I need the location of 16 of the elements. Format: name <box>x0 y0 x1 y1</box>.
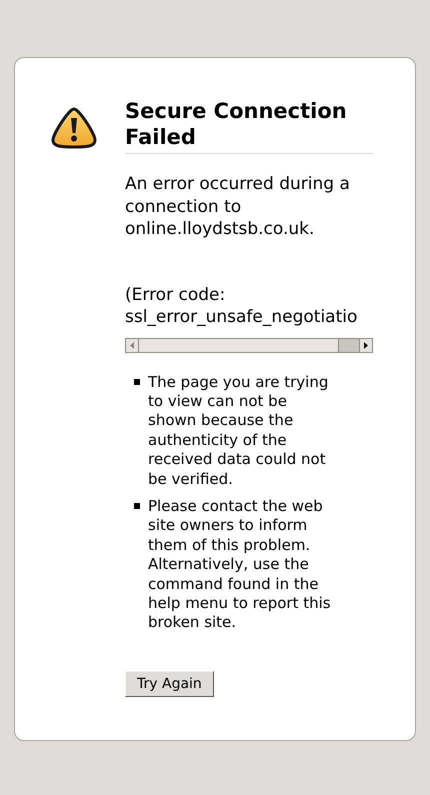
scrollbar-thumb[interactable] <box>139 338 339 352</box>
try-again-button[interactable]: Try Again <box>125 671 214 698</box>
scroll-left-button[interactable] <box>126 338 139 352</box>
right-arrow-icon <box>364 342 368 348</box>
horizontal-scrollbar[interactable] <box>125 338 373 352</box>
reason-text: Please contact the web site owners to inform them of this problem. Alternatively, use the command found in the help menu to report this broken site. <box>148 496 332 633</box>
reason-text: The page you are trying to view can not be shown because the authenticity of the received data could not be verified. <box>148 372 330 489</box>
page-title: Secure Connection Failed <box>125 98 373 154</box>
bullet-icon <box>134 502 140 509</box>
warning-icon <box>49 106 99 150</box>
error-message: An error occurred during a connection to online.lloydstsb.co.uk. <box>125 173 351 240</box>
scroll-right-button[interactable] <box>359 338 372 352</box>
error-code-label: (Error code: <box>125 284 226 306</box>
bullet-icon <box>134 378 140 384</box>
left-arrow-icon <box>130 342 134 348</box>
error-code: ssl_error_unsafe_negotiatio <box>125 306 358 328</box>
